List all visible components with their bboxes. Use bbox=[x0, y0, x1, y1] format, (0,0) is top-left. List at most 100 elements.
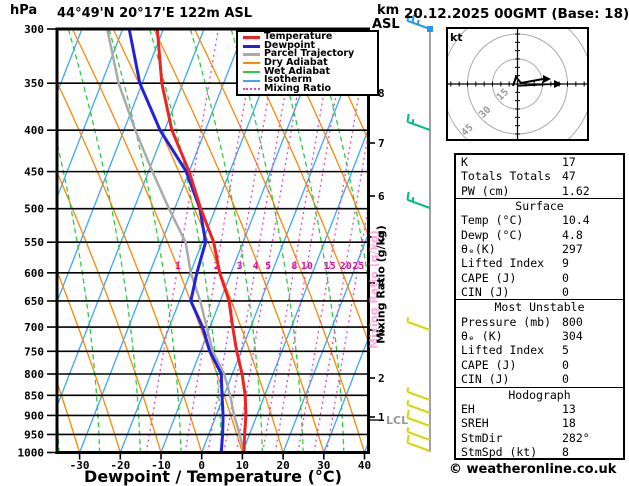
pressure-tick-label: 700 bbox=[24, 321, 44, 334]
skewt-sounding-page: 1 2 3 4 5 8 10 15 20 25 300 350 400 450 500 550 600 650 70… bbox=[0, 0, 629, 486]
km-tick-label: 7 bbox=[378, 137, 385, 150]
wind-barb bbox=[406, 113, 431, 131]
table-row-label: EH bbox=[461, 401, 475, 416]
hodograph-ring-label: 45 bbox=[459, 122, 475, 138]
table-row-value: 0 bbox=[562, 270, 569, 285]
table-row-value: 47 bbox=[562, 169, 576, 184]
table-row-label: Lifted Index bbox=[461, 343, 545, 358]
table-row-value: 282° bbox=[562, 430, 590, 445]
table-row-label: CAPE (J) bbox=[461, 270, 517, 285]
table-row: CIN (J) 0 bbox=[456, 372, 623, 386]
legend-swatch-wet-adiabat bbox=[243, 71, 260, 74]
wind-barb bbox=[406, 317, 431, 331]
wind-barb-half-tick bbox=[411, 119, 415, 124]
pressure-tick-label: 550 bbox=[24, 236, 44, 249]
table-row-label: θₑ(K) bbox=[461, 242, 496, 257]
table-row-value: 4.8 bbox=[562, 227, 583, 242]
mixing-ratio-value-label: 20 bbox=[340, 261, 352, 272]
wind-barb-station-dot bbox=[427, 26, 433, 32]
pressure-tick-label: 300 bbox=[24, 23, 44, 36]
station-title: 44°49'N 20°17'E 122m ASL bbox=[57, 6, 253, 21]
mixing-ratio-value-label: 8 bbox=[291, 261, 297, 272]
mixing-ratio-value-label: 5 bbox=[265, 261, 271, 272]
table-row-label: Lifted Index bbox=[461, 256, 545, 271]
wind-barb-staff bbox=[407, 430, 431, 441]
table-row: Lifted Index 9 bbox=[456, 256, 623, 270]
legend-swatch-isotherm bbox=[243, 79, 260, 82]
table-row: CAPE (J) 0 bbox=[456, 271, 623, 285]
pressure-tick-label: 750 bbox=[24, 345, 44, 358]
hodograph-unit-label: kt bbox=[450, 31, 463, 44]
table-row-label: CAPE (J) bbox=[461, 357, 517, 372]
mixing-ratio-value-label: 25 bbox=[352, 261, 364, 272]
wind-barb-half-tick bbox=[406, 387, 410, 393]
lcl-marker-label: LCL bbox=[386, 414, 409, 427]
mixing-ratio-axis-label: Mixing Ratio (g/kg) bbox=[374, 225, 388, 344]
table-row-value: 1.62 bbox=[562, 183, 590, 198]
copyright-text: © weatheronline.co.uk bbox=[449, 462, 617, 477]
temperature-curve bbox=[155, 29, 248, 453]
pressure-tick-label: 600 bbox=[24, 267, 44, 280]
wind-barb-half-tick bbox=[406, 317, 410, 323]
legend-swatch-dry-adiabat bbox=[243, 62, 260, 65]
wind-barb-staff bbox=[407, 416, 431, 427]
table-row-label: CIN (J) bbox=[461, 285, 510, 300]
wind-barb-staff bbox=[407, 120, 431, 131]
hodograph-ring-label: 30 bbox=[477, 104, 493, 120]
km-axis-label: km bbox=[377, 3, 400, 18]
pressure-tick-label: 500 bbox=[24, 203, 44, 216]
table-row-value: 18 bbox=[562, 416, 576, 431]
pressure-tick-label: 800 bbox=[24, 368, 44, 381]
hodograph-trace-arrowhead bbox=[554, 80, 562, 88]
table-row: K 17 bbox=[456, 155, 623, 169]
wind-barb bbox=[406, 387, 431, 401]
table-row-value: 17 bbox=[562, 155, 576, 169]
pressure-tick-label: 650 bbox=[24, 295, 44, 308]
table-row: Dewp (°C) 4.8 bbox=[456, 228, 623, 242]
mixing-ratio-value-label: 3 bbox=[237, 261, 243, 272]
table-row-label: CIN (J) bbox=[461, 372, 510, 387]
table-row: θₑ (K) 304 bbox=[456, 329, 623, 343]
table-row-value: 9 bbox=[562, 256, 569, 271]
table-row-label: Temp (°C) bbox=[461, 213, 524, 228]
table-row-label: Pressure (mb) bbox=[461, 314, 552, 329]
table-row: CIN (J) 0 bbox=[456, 285, 623, 299]
table-row: Totals Totals 47 bbox=[456, 169, 623, 183]
table-row: StmSpd (kt) 8 bbox=[456, 445, 623, 459]
km-tick-label: 6 bbox=[378, 190, 385, 203]
table-row-label: SREH bbox=[461, 416, 489, 431]
table-row-label: Totals Totals bbox=[461, 169, 552, 184]
wind-barb-staff bbox=[407, 441, 431, 452]
mixing-ratio-value-label: 1 bbox=[175, 261, 181, 272]
hodograph-ring-label: 15 bbox=[495, 87, 511, 103]
mixing-ratio-value-label: 4 bbox=[253, 261, 259, 272]
table-row-value: 297 bbox=[562, 242, 583, 257]
mixing-ratio-value-label: 15 bbox=[324, 261, 336, 272]
table-row-value: 13 bbox=[562, 401, 576, 416]
table-row-value: 800 bbox=[562, 314, 583, 329]
wind-barb bbox=[406, 400, 431, 414]
table-row: Temp (°C) 10.4 bbox=[456, 213, 623, 227]
table-row: θₑ(K) 297 bbox=[456, 242, 623, 256]
km-tick-label: 1 bbox=[378, 411, 385, 424]
table-row-label: θₑ (K) bbox=[461, 329, 503, 344]
legend-item: Mixing Ratio bbox=[243, 84, 377, 94]
table-row-value: 10.4 bbox=[562, 213, 590, 228]
table-row: Pressure (mb) 800 bbox=[456, 315, 623, 329]
pressure-tick-label: 850 bbox=[24, 389, 44, 402]
table-section-header: Hodograph bbox=[456, 386, 623, 402]
dewpoint-curve bbox=[127, 29, 225, 453]
pressure-tick-label: 900 bbox=[24, 409, 44, 422]
table-row: CAPE (J) 0 bbox=[456, 358, 623, 372]
indices-table: K 17 Totals Totals 47 PW (cm) 1.62 Surface Temp… bbox=[454, 153, 625, 460]
pressure-tick-label: 350 bbox=[24, 77, 44, 90]
pressure-tick-label: 1000 bbox=[18, 447, 45, 460]
wind-barb-full-tick bbox=[406, 191, 410, 200]
table-row: EH 13 bbox=[456, 402, 623, 416]
table-row-label: StmDir bbox=[461, 430, 503, 445]
table-row: SREH 18 bbox=[456, 416, 623, 430]
legend-swatch-parcel-trajectory bbox=[243, 53, 260, 57]
wind-barb-full-tick bbox=[406, 113, 410, 122]
wind-barb bbox=[406, 191, 431, 209]
hodograph-inner: 153045 bbox=[447, 28, 588, 140]
